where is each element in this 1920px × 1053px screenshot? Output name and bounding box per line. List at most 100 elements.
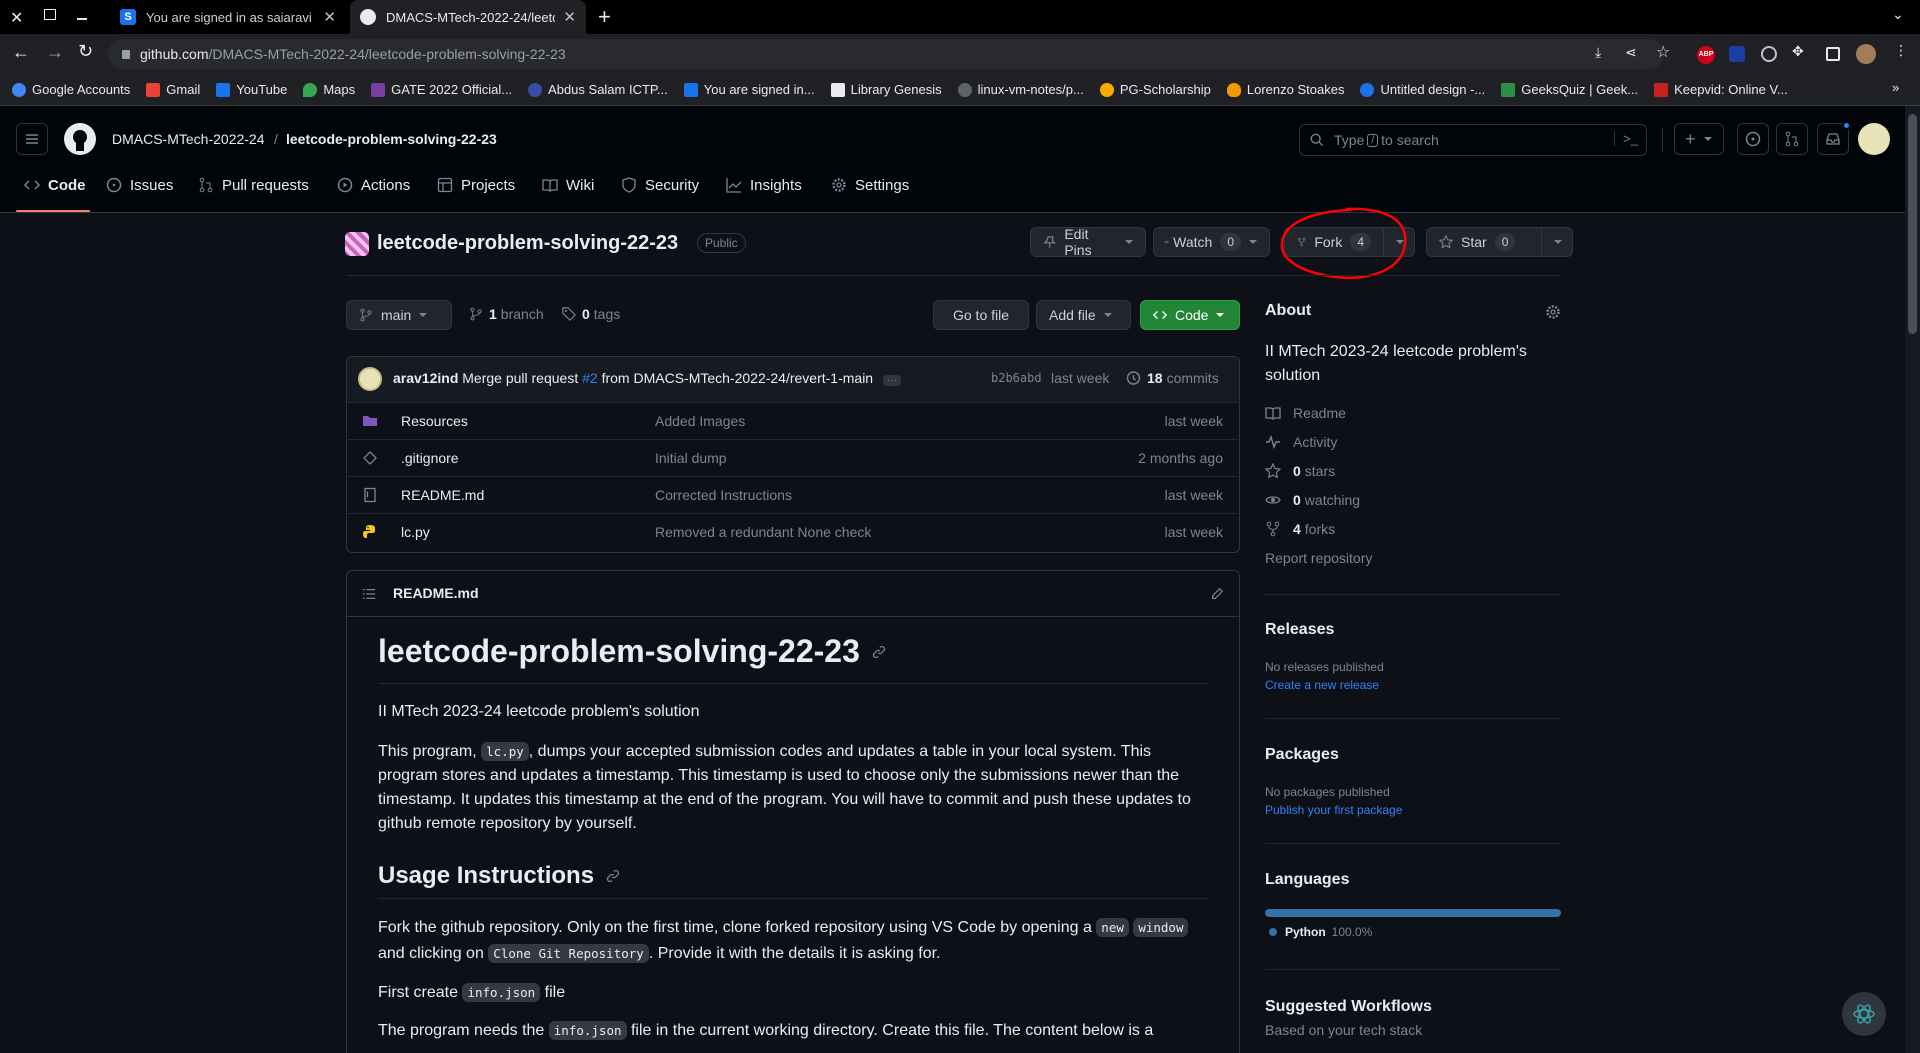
branch-select[interactable]: main [346, 300, 452, 330]
page-scrollbar[interactable] [1905, 106, 1920, 1053]
anchor-link-icon[interactable] [606, 869, 620, 883]
language-item[interactable]: Python 100.0% [1269, 925, 1372, 939]
table-row[interactable]: lc.py Removed a redundant None check las… [346, 513, 1240, 550]
tab-insights[interactable]: Insights [726, 170, 802, 200]
bookmark-star-icon[interactable]: ☆ [1656, 42, 1670, 62]
go-to-file-button[interactable]: Go to file [933, 300, 1029, 330]
activity-link[interactable]: Activity [1265, 434, 1337, 450]
file-name[interactable]: lc.py [401, 524, 430, 540]
bookmark-item[interactable]: Google Accounts [12, 82, 130, 97]
file-commit-message[interactable]: Added Images [655, 413, 745, 429]
close-tab-icon[interactable]: ✕ [563, 8, 576, 26]
readme-link[interactable]: Readme [1265, 405, 1346, 421]
tab-search-chevron-icon[interactable]: ⌄ [1892, 6, 1904, 23]
commit-message-rest[interactable]: from DMACS-MTech-2022-24/revert-1-main [602, 370, 874, 386]
issues-icon[interactable] [1737, 123, 1769, 155]
branches-link[interactable]: 1 branch [469, 306, 544, 322]
add-file-button[interactable]: Add file [1036, 300, 1131, 330]
pull-requests-icon[interactable] [1776, 123, 1808, 155]
commit-sha[interactable]: b2b6abd [991, 371, 1042, 385]
owner-link[interactable]: DMACS-MTech-2022-24 [112, 131, 265, 147]
browser-tab-1[interactable]: S You are signed in as saiaravi ✕ [110, 0, 346, 34]
table-row[interactable]: README.md Corrected Instructions last we… [346, 476, 1240, 513]
packages-heading[interactable]: Packages [1265, 746, 1339, 764]
file-name[interactable]: README.md [401, 487, 484, 503]
report-repository-link[interactable]: Report repository [1265, 550, 1372, 566]
tab-settings[interactable]: Settings [831, 170, 909, 200]
share-icon[interactable]: ⋖ [1625, 44, 1637, 61]
bookmark-item[interactable]: Gmail [146, 82, 200, 97]
side-panel-icon[interactable] [1826, 47, 1840, 61]
file-commit-message[interactable]: Initial dump [655, 450, 727, 466]
table-row[interactable]: .gitignore Initial dump 2 months ago [346, 439, 1240, 476]
tab-issues[interactable]: Issues [106, 170, 173, 200]
floating-assistant-button[interactable] [1842, 992, 1886, 1036]
back-icon[interactable]: ← [12, 42, 30, 63]
extension-icon[interactable] [1729, 46, 1745, 62]
restore-window-icon[interactable] [44, 9, 56, 20]
browser-tab-2[interactable]: DMACS-MTech-2022-24/leetc ✕ [350, 0, 586, 34]
tab-pull-requests[interactable]: Pull requests [198, 170, 309, 200]
commits-link[interactable]: 18 commits [1125, 370, 1219, 386]
tab-wiki[interactable]: Wiki [542, 170, 594, 200]
tab-code[interactable]: Code [24, 170, 86, 200]
list-outline-icon[interactable] [362, 587, 376, 601]
bookmark-item[interactable]: Untitled design -... [1360, 82, 1485, 97]
stars-link[interactable]: 0 stars [1265, 463, 1335, 479]
bookmark-item[interactable]: Library Genesis [830, 82, 942, 97]
file-name[interactable]: .gitignore [401, 450, 459, 466]
reload-icon[interactable]: ↻ [78, 41, 93, 62]
minimize-window-icon[interactable] [77, 18, 87, 20]
file-commit-message[interactable]: Removed a redundant None check [655, 524, 871, 540]
forward-icon[interactable]: → [46, 42, 64, 63]
bookmark-item[interactable]: GeeksQuiz | Geek... [1501, 82, 1638, 97]
tags-link[interactable]: 0 tags [562, 306, 620, 322]
user-avatar[interactable] [1858, 123, 1890, 155]
file-commit-message[interactable]: Corrected Instructions [655, 487, 792, 503]
forks-link[interactable]: 4 forks [1265, 521, 1335, 537]
commit-author[interactable]: arav12ind [393, 370, 458, 386]
abp-extension-icon[interactable]: ABP [1697, 46, 1715, 64]
bookmark-item[interactable]: Keepvid: Online V... [1654, 82, 1788, 97]
bookmark-item[interactable]: Abdus Salam ICTP... [528, 82, 668, 97]
watch-button[interactable]: Watch 0 [1153, 227, 1270, 257]
hamburger-menu-icon[interactable] [16, 123, 48, 155]
new-tab-icon[interactable]: + [598, 4, 611, 30]
create-new-button[interactable]: + [1674, 123, 1724, 155]
releases-heading[interactable]: Releases [1265, 621, 1334, 639]
address-bar[interactable]: github.com/DMACS-MTech-2022-24/leetcode-… [108, 39, 1664, 69]
star-button[interactable]: Star 0 [1426, 227, 1542, 257]
bookmark-item[interactable]: YouTube [216, 82, 287, 97]
create-release-link[interactable]: Create a new release [1265, 678, 1379, 692]
tab-actions[interactable]: Actions [337, 170, 410, 200]
bookmark-item[interactable]: PG-Scholarship [1099, 82, 1211, 97]
star-list-dropdown-button[interactable] [1541, 227, 1573, 257]
file-name[interactable]: Resources [401, 413, 468, 429]
commit-message[interactable]: Merge pull request [462, 370, 578, 386]
expand-commit-button[interactable]: ··· [883, 375, 901, 386]
commit-author-avatar[interactable] [358, 367, 382, 391]
bookmark-item[interactable]: linux-vm-notes/p... [957, 82, 1084, 97]
inbox-icon[interactable] [1817, 121, 1851, 155]
edit-pins-button[interactable]: Edit Pins [1030, 226, 1146, 258]
bookmark-item[interactable]: GATE 2022 Official... [371, 82, 512, 97]
publish-package-link[interactable]: Publish your first package [1265, 803, 1402, 817]
watching-link[interactable]: 0 watching [1265, 492, 1360, 508]
more-bookmarks-icon[interactable]: » [1892, 80, 1899, 95]
search-input[interactable]: Type / to search >_ [1299, 124, 1647, 156]
gear-icon[interactable] [1545, 304, 1561, 320]
repo-title[interactable]: leetcode-problem-solving-22-23 [377, 232, 678, 255]
github-logo-icon[interactable] [64, 123, 96, 155]
bookmark-item[interactable]: Lorenzo Stoakes [1226, 82, 1344, 97]
tab-projects[interactable]: Projects [437, 170, 515, 200]
extension-icon[interactable] [1761, 46, 1777, 62]
profile-avatar[interactable] [1856, 44, 1876, 64]
browser-menu-icon[interactable]: ⋮ [1894, 42, 1908, 59]
close-tab-icon[interactable]: ✕ [323, 8, 336, 26]
bookmark-item[interactable]: Maps [303, 82, 355, 97]
code-button[interactable]: Code [1140, 300, 1240, 330]
readme-filename[interactable]: README.md [393, 585, 479, 601]
close-window-icon[interactable]: ✕ [10, 8, 23, 28]
repo-link[interactable]: leetcode-problem-solving-22-23 [286, 131, 497, 147]
command-palette-icon[interactable]: >_ [1614, 131, 1638, 146]
